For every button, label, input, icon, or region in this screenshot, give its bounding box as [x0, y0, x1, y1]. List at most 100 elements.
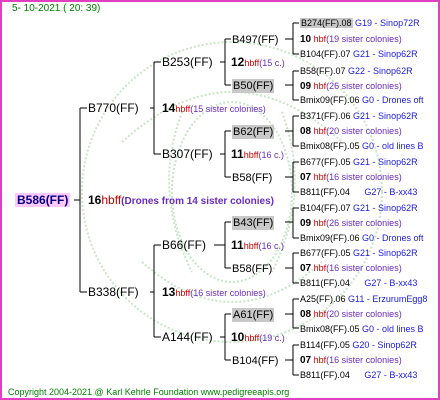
ancestor-name[interactable]: Bmix09(FF).06 — [300, 233, 360, 243]
gen2-a[interactable]: B253(FF) — [162, 55, 213, 69]
pedigree-frame: 5- 10-2021 ( 20: 39) B586(FF) 16hbff(Dro… — [0, 0, 440, 400]
hbf: hbf — [313, 309, 327, 319]
gen3-2[interactable]: B62(FF) — [232, 125, 275, 139]
gen4-row: B104(FF).07 G21 - Sinop62R — [300, 47, 418, 61]
sister-colonies: (19 sister colonies) — [326, 34, 402, 44]
sister-colonies: (20 sister colonies) — [326, 309, 402, 319]
gen2-d-sisters: (19 c.) — [259, 333, 285, 343]
report-datetime: 5- 10-2021 ( 20: 39) — [12, 3, 101, 14]
gen4-row: B114(FF).05 G20 - Sinop62R — [300, 338, 417, 352]
gen2-a-sisters: (15 c.) — [259, 58, 285, 68]
gen3-0[interactable]: B497(FF) — [232, 33, 278, 47]
ancestor-name[interactable]: B58(FF).07 — [300, 66, 346, 76]
ancestor-name[interactable]: Bmix08(FF).05 — [300, 141, 360, 151]
hbf: hbf — [313, 81, 327, 91]
ancestor-name[interactable]: B811(FF).04 — [300, 278, 350, 288]
ancestor-location: G22 - Sinop62R — [348, 66, 413, 76]
gen4-row: B58(FF).07 G22 - Sinop62R — [300, 64, 413, 78]
sire-bottom-hbff: hbff — [175, 288, 191, 298]
gen3-1[interactable]: B50(FF) — [232, 79, 275, 93]
gen4-row: Bmix09(FF).06 G0 - Drones oft — [300, 231, 424, 245]
sire-bottom-count: 13 — [162, 285, 176, 299]
hbf: hbf — [313, 126, 327, 136]
ancestor-name[interactable]: Bmix08(FF).05 — [300, 324, 360, 334]
gen4-row: 07 hbf(16 sister colonies) — [300, 170, 402, 185]
gen4-row: B811(FF).04 G27 - B-xx43 — [300, 185, 417, 199]
gen4-row: Bmix09(FF).06 G0 - Drones oft — [300, 93, 424, 107]
sire-top-count: 14 — [162, 101, 176, 115]
gen3-4[interactable]: B43(FF) — [232, 216, 275, 230]
hbf: hbf — [313, 34, 327, 44]
gen2-c[interactable]: B66(FF) — [162, 238, 206, 252]
drone-count: 07 — [300, 172, 312, 183]
ancestor-location: G21 - Sinop62R — [353, 203, 418, 213]
gen4-row: 09 hbf(26 sister colonies) — [300, 79, 402, 94]
drone-count: 08 — [300, 309, 312, 320]
root-drone-count: 16 — [88, 193, 102, 207]
gen2-d[interactable]: A144(FF) — [162, 330, 213, 344]
gen4-row: 10 hbf(19 sister colonies) — [300, 32, 402, 47]
gen4-row: Bmix08(FF).05 G0 - old lines B — [300, 322, 424, 336]
root-hbff: hbff — [101, 193, 122, 207]
ancestor-location: G27 - B-xx43 — [364, 278, 418, 288]
gen2-c-sisters: (16 c.) — [258, 241, 285, 251]
root-queen[interactable]: B586(FF) — [15, 193, 71, 207]
root-sisters: (Drones from 14 sister colonies) — [121, 196, 274, 207]
ancestor-name[interactable]: A25(FF).06 — [300, 294, 346, 304]
root-mating-info: 16hbff(Drones from 14 sister colonies) — [88, 193, 274, 209]
ancestor-location: G21 - Sinop62R — [353, 111, 418, 121]
ancestor-name[interactable]: B811(FF).04 — [300, 187, 350, 197]
ancestor-location: G27 - B-xx43 — [364, 370, 418, 380]
ancestor-name[interactable]: B274(FF).08 — [300, 18, 353, 28]
ancestor-location: G27 - B-xx43 — [364, 187, 418, 197]
drone-count: 08 — [300, 126, 312, 137]
gen2-b[interactable]: B307(FF) — [162, 147, 213, 161]
ancestor-name[interactable]: B811(FF).04 — [300, 370, 350, 380]
gen4-row: 07 hbf(16 sister colonies) — [300, 353, 402, 368]
sire-top-sisters: (15 sister colonies) — [190, 104, 266, 114]
gen2-a-mating-info: 12hbff(15 c.) — [231, 55, 285, 70]
ancestor-location: G0 - old lines B — [362, 324, 424, 334]
gen4-row: B371(FF).06 G21 - Sinop62R — [300, 109, 418, 123]
sire-bottom-mating-info: 13hbff(16 sister colonies) — [162, 285, 266, 300]
ancestor-location: G20 - Sinop62R — [352, 340, 417, 350]
ancestor-name[interactable]: B677(FF).05 — [300, 248, 351, 258]
sire-bottom[interactable]: B338(FF) — [88, 285, 139, 299]
ancestor-name[interactable]: B371(FF).06 — [300, 111, 351, 121]
gen4-row: B677(FF).05 G21 - Sinop62R — [300, 246, 418, 260]
ancestor-name[interactable]: B114(FF).05 — [300, 340, 350, 350]
gen2-d-hbff: hbff — [244, 333, 260, 343]
ancestor-location: G19 - Sinop72R — [355, 18, 420, 28]
drone-count: 10 — [300, 34, 312, 45]
gen2-c-mating-info: 11hbff(16 c.) — [231, 238, 284, 253]
sire-top[interactable]: B770(FF) — [88, 101, 139, 115]
gen3-6[interactable]: A61(FF) — [232, 308, 275, 322]
ancestor-name[interactable]: Bmix09(FF).06 — [300, 95, 360, 105]
sister-colonies: (20 sister colonies) — [326, 126, 402, 136]
gen4-row: Bmix08(FF).05 G0 - old lines B — [300, 139, 424, 153]
gen3-7[interactable]: B104(FF) — [232, 354, 278, 368]
ancestor-name[interactable]: B104(FF).07 — [300, 49, 351, 59]
gen2-c-hbff: hbff — [243, 241, 259, 251]
hbf: hbf — [313, 172, 327, 182]
ancestor-location: G21 - Sinop62R — [353, 248, 418, 258]
ancestor-location: G21 - Sinop62R — [353, 49, 418, 59]
sire-bottom-sisters: (16 sister colonies) — [190, 288, 266, 298]
gen4-row: A25(FF).06 G11 - ErzurumEgg8 — [300, 292, 427, 306]
ancestor-location: G11 - ErzurumEgg8 — [348, 294, 428, 304]
ancestor-name[interactable]: B104(FF).07 — [300, 203, 351, 213]
sister-colonies: (26 sister colonies) — [326, 218, 402, 228]
gen2-d-mating-info: 10hbff(19 c.) — [231, 330, 285, 345]
gen4-row: B677(FF).05 G21 - Sinop62R — [300, 155, 418, 169]
gen3-5[interactable]: B58(FF) — [232, 262, 272, 276]
drone-count: 07 — [300, 263, 312, 274]
gen3-3[interactable]: B58(FF) — [232, 171, 272, 185]
ancestor-name[interactable]: B677(FF).05 — [300, 157, 351, 167]
sire-top-hbff: hbff — [175, 104, 191, 114]
gen2-d-count: 10 — [231, 330, 245, 344]
drone-count: 09 — [300, 218, 312, 229]
gen4-row: 08 hbf(20 sister colonies) — [300, 307, 402, 322]
gen4-row: B104(FF).07 G21 - Sinop62R — [300, 201, 418, 215]
sister-colonies: (16 sister colonies) — [326, 263, 402, 273]
sister-colonies: (16 sister colonies) — [326, 355, 402, 365]
